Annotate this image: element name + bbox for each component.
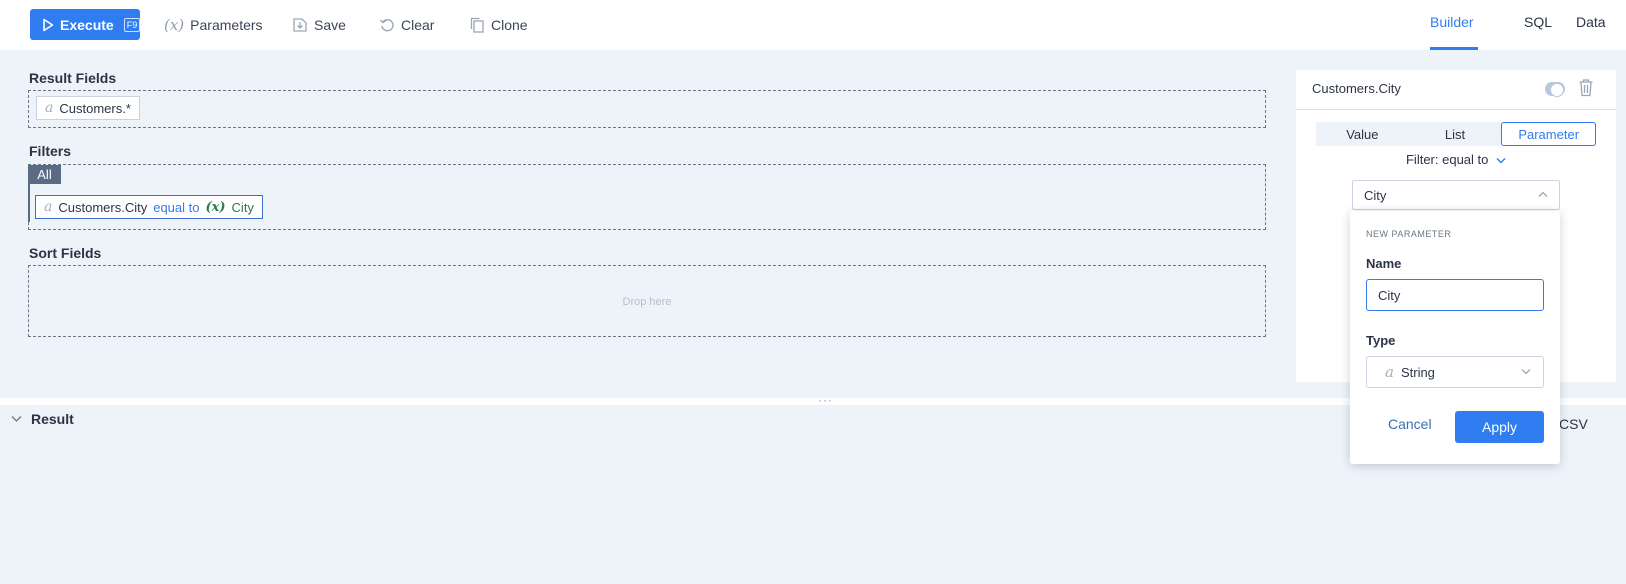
copy-icon [469, 17, 485, 33]
execute-button[interactable]: Execute F9 [30, 9, 141, 40]
parameter-type-value: String [1400, 364, 1435, 380]
chevron-up-icon [1538, 190, 1548, 201]
segment-parameter[interactable]: Parameter [1501, 122, 1597, 146]
panel-header: Customers.City [1296, 70, 1616, 110]
filters-label: Filters [29, 143, 72, 159]
filter-condition-chip[interactable]: a Customers.City equal to (x) City [35, 195, 263, 219]
tab-data[interactable]: Data [1576, 14, 1606, 30]
filter-operator-dropdown[interactable]: equal to [1442, 152, 1488, 167]
clear-label: Clear [401, 17, 435, 33]
parameter-name-input[interactable] [1366, 279, 1544, 311]
toggle-switch[interactable] [1545, 82, 1565, 97]
name-label: Name [1366, 256, 1402, 271]
drop-here-placeholder: Drop here [622, 296, 672, 308]
sort-fields-label: Sort Fields [29, 245, 102, 261]
string-type-icon: a [1385, 363, 1394, 381]
result-fields-dropzone[interactable]: a Customers.* [28, 90, 1266, 128]
result-fields-label: Result Fields [29, 70, 117, 86]
parameter-icon: (x) [164, 16, 185, 34]
save-label: Save [314, 17, 346, 33]
clear-button[interactable]: Clear [379, 10, 434, 40]
tab-builder[interactable]: Builder [1430, 14, 1474, 30]
save-icon [292, 17, 308, 33]
value-mode-segmented-control: Value List Parameter [1316, 122, 1597, 146]
filter-operator[interactable]: equal to [153, 200, 199, 215]
panel-title: Customers.City [1312, 81, 1401, 96]
parameter-type-select[interactable]: a String [1366, 356, 1544, 388]
active-tab-indicator [1430, 47, 1478, 50]
filter-operator-row: Filter: equal to [1296, 152, 1616, 167]
toolbar: Execute F9 (x) Parameters Save Clear Clo… [0, 0, 1626, 50]
parameters-label: Parameters [190, 17, 263, 33]
result-field-text: Customers.* [59, 100, 131, 116]
type-label: Type [1366, 333, 1396, 348]
parameter-select[interactable]: City [1352, 180, 1560, 210]
segment-value[interactable]: Value [1316, 122, 1409, 146]
clone-label: Clone [491, 17, 528, 33]
segment-list[interactable]: List [1409, 122, 1502, 146]
save-button[interactable]: Save [292, 10, 346, 40]
chevron-down-icon [1521, 367, 1531, 378]
string-type-icon: a [45, 100, 54, 116]
sort-fields-dropzone[interactable]: Drop here [28, 265, 1266, 337]
new-parameter-popup: NEW PARAMETER Name Type a String Cancel … [1350, 211, 1560, 464]
execute-label: Execute [60, 16, 114, 33]
apply-button[interactable]: Apply [1455, 411, 1544, 443]
play-icon [42, 18, 54, 32]
chevron-down-icon[interactable] [11, 414, 22, 426]
chevron-down-icon[interactable] [1496, 156, 1506, 167]
filter-operator-label: Filter: [1405, 152, 1439, 167]
filter-group-bar [28, 184, 30, 222]
export-csv-button[interactable]: CSV [1559, 416, 1588, 432]
result-field-chip[interactable]: a Customers.* [36, 96, 140, 120]
tab-sql[interactable]: SQL [1524, 14, 1552, 30]
parameter-icon: (x) [205, 199, 226, 215]
string-type-icon: a [44, 199, 53, 215]
filter-parameter-value[interactable]: City [232, 200, 254, 215]
filter-group-all[interactable]: All [28, 165, 61, 184]
cancel-button[interactable]: Cancel [1388, 416, 1432, 432]
parameters-button[interactable]: (x) Parameters [164, 10, 263, 40]
filter-field[interactable]: Customers.City [58, 200, 147, 215]
execute-shortcut: F9 [123, 17, 141, 32]
clone-button[interactable]: Clone [469, 10, 528, 40]
popup-caption: NEW PARAMETER [1366, 229, 1452, 239]
undo-icon [379, 17, 395, 33]
result-title[interactable]: Result [31, 411, 74, 427]
parameter-select-value: City [1364, 187, 1387, 203]
trash-icon[interactable] [1578, 78, 1594, 100]
